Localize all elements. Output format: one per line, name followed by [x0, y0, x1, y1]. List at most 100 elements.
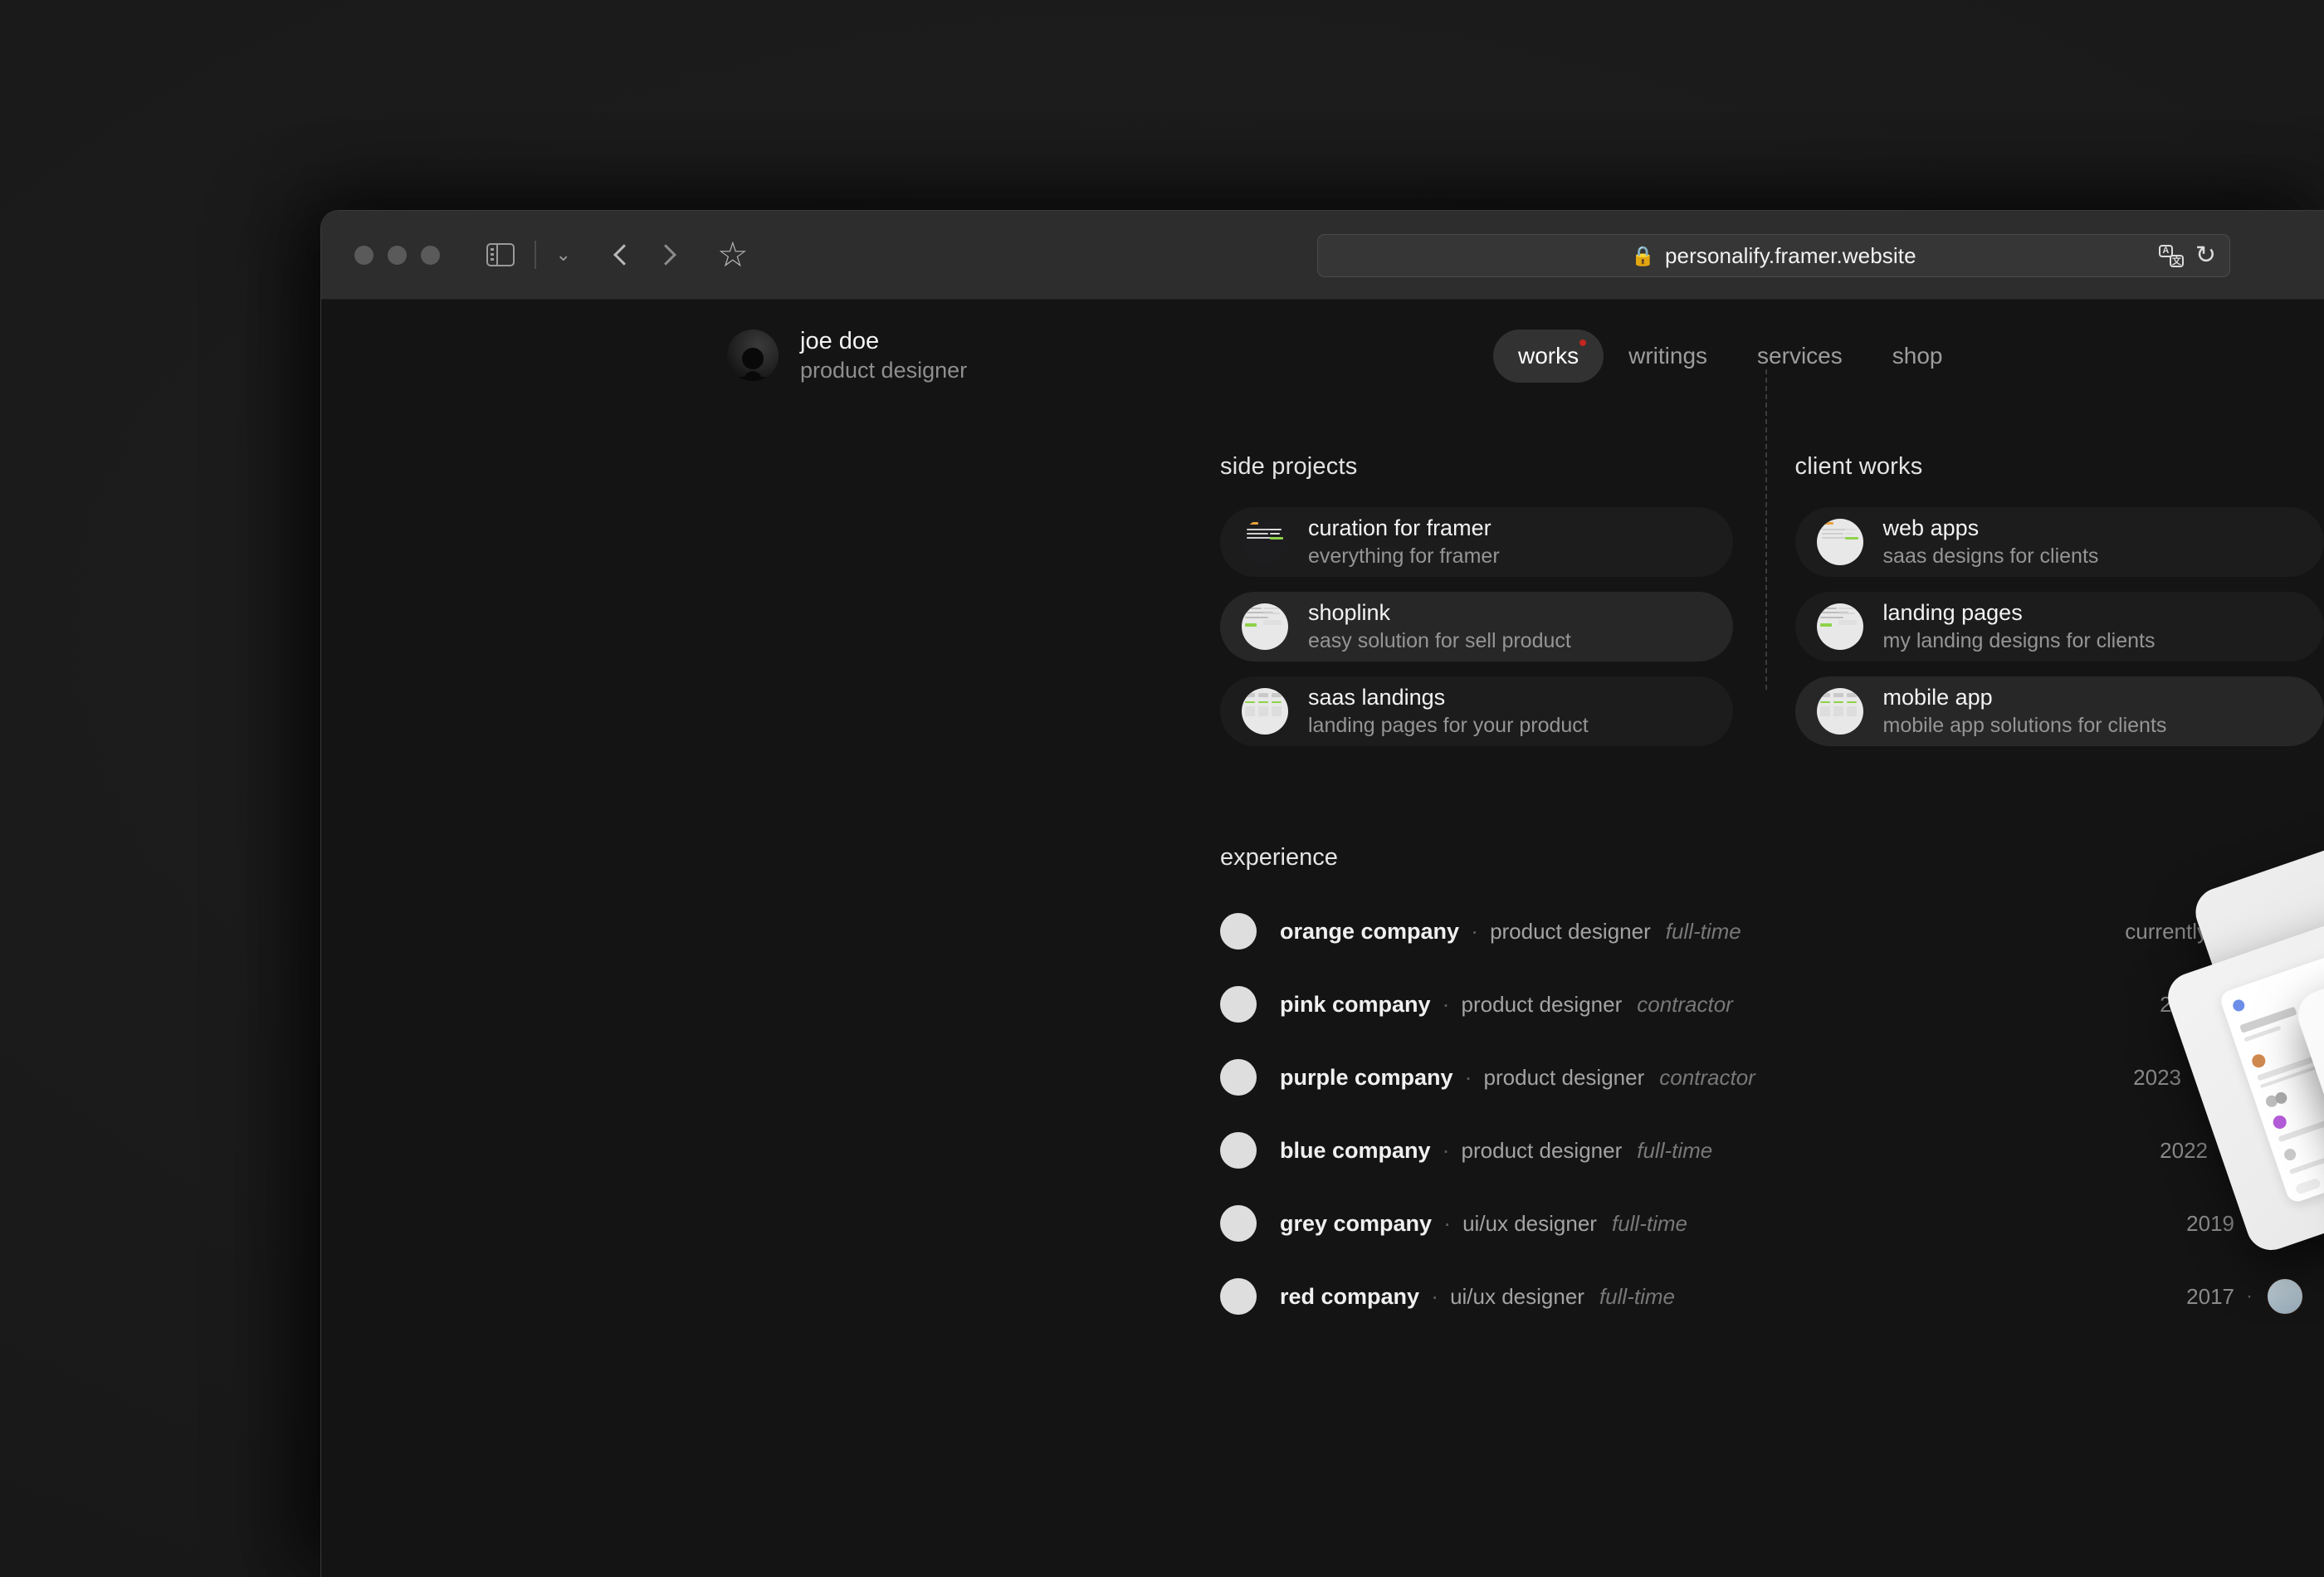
employment-type: full-time: [1599, 1283, 1675, 1309]
company-logo: [1220, 1205, 1257, 1242]
company-logo: [1220, 1059, 1257, 1096]
maximize-window-button[interactable]: [421, 245, 440, 265]
bookmark-star-icon[interactable]: ☆: [717, 237, 749, 272]
colleague-avatar: [2266, 1204, 2304, 1243]
sidebar-toggle-group: ⌄: [486, 241, 571, 269]
translate-icon-cjk: 文: [2169, 254, 2184, 267]
address-bar[interactable]: 🔒 personalify.framer.website A 文 ↻: [1317, 234, 2230, 277]
project-card[interactable]: web apps saas designs for clients: [1794, 507, 2324, 577]
separator-dot: ·: [2219, 1139, 2226, 1161]
colleague-avatar: [2266, 1131, 2304, 1169]
nav-item-services[interactable]: services: [1732, 330, 1868, 383]
experience-row-meta: 2017 ·: [2186, 1277, 2304, 1316]
experience-row[interactable]: purple company · product designer contracto…: [1220, 1041, 2304, 1114]
profile-block: joe doe product designer: [727, 326, 967, 385]
experience-row-meta: 2019 ·: [2186, 1204, 2304, 1243]
sidebar-toggle-icon[interactable]: [486, 242, 515, 267]
nav-item-works[interactable]: works: [1493, 329, 1604, 383]
employment-type: contractor: [1659, 1064, 1755, 1090]
company-logo: [1220, 1132, 1257, 1169]
experience-row[interactable]: orange company · product designer full-time…: [1220, 895, 2304, 968]
experience-row[interactable]: pink company · product designer contractor 2…: [1220, 968, 2304, 1041]
job-role: product designer: [1483, 1064, 1645, 1090]
company-name: pink company: [1280, 991, 1431, 1017]
web-page: joe doe product designer works writings se…: [321, 300, 2324, 1577]
profile-text: joe doe product designer: [800, 326, 967, 385]
forward-button[interactable]: [652, 237, 682, 273]
job-role: ui/ux designer: [1462, 1210, 1597, 1236]
nav-item-writings[interactable]: writings: [1604, 330, 1732, 383]
project-card[interactable]: saas landings landing pages for your prod…: [1220, 676, 1733, 746]
thumbnail-art: [1242, 519, 1288, 565]
experience-row[interactable]: grey company · ui/ux designer full-time 2019…: [1220, 1187, 2304, 1260]
navigation-arrows: [608, 237, 682, 273]
separator-dot: ·: [1442, 991, 1450, 1017]
project-card[interactable]: landing pages my landing designs for clie…: [1794, 592, 2324, 662]
project-subtitle: landing pages for your product: [1308, 713, 1589, 737]
address-bar-actions: A 文 ↻: [2158, 243, 2216, 268]
separator-dot: ·: [1471, 918, 1479, 944]
project-thumbnail: [1816, 688, 1863, 735]
job-role: ui/ux designer: [1450, 1283, 1584, 1309]
project-thumbnail: [1242, 519, 1288, 565]
colleague-avatar: [2266, 985, 2304, 1023]
company-name: orange company: [1280, 918, 1460, 944]
project-title: web apps: [1882, 515, 1980, 540]
project-card[interactable]: curation for framer everything for framer: [1220, 507, 1733, 577]
job-role: product designer: [1490, 918, 1651, 944]
separator-dot: ·: [2219, 920, 2226, 942]
project-card-text: web apps saas designs for clients: [1883, 514, 2099, 571]
page-title: joe doe: [800, 328, 880, 355]
colleague-avatar-stack: [2239, 1131, 2304, 1169]
company-logo: [1220, 913, 1257, 950]
toolbar-divider: [535, 241, 536, 269]
separator-dot: ·: [1431, 1283, 1439, 1309]
experience-year: 2017: [2186, 1283, 2234, 1309]
experience-row-meta: 2022 ·: [2160, 1131, 2304, 1169]
experience-year: 2022: [2160, 1137, 2208, 1163]
colleague-avatar-stack: [2213, 1058, 2304, 1096]
close-window-button[interactable]: [354, 245, 374, 265]
colleague-avatar: [2266, 1058, 2304, 1096]
experience-row-meta: 2023 ·: [2133, 1058, 2304, 1096]
employment-type: full-time: [1637, 1137, 1713, 1163]
thumbnail-art: [1242, 603, 1288, 650]
separator-dot: ·: [2219, 993, 2226, 1015]
project-thumbnail: [1242, 688, 1288, 735]
project-card[interactable]: shoplink easy solution for sell product: [1220, 592, 1733, 662]
colleague-avatar: [2266, 912, 2304, 950]
project-card-text: saas landings landing pages for your prod…: [1308, 683, 1589, 740]
company-name: red company: [1280, 1283, 1420, 1309]
client-works-title: client works: [1794, 453, 1923, 480]
project-thumbnail: [1816, 603, 1863, 650]
job-role: product designer: [1461, 991, 1623, 1017]
nav-item-label: shop: [1892, 342, 1943, 369]
separator-dot: ·: [1443, 1210, 1452, 1236]
project-title: shoplink: [1308, 599, 1391, 625]
company-name: purple company: [1280, 1064, 1453, 1090]
separator-dot: ·: [2246, 1285, 2253, 1307]
translate-icon[interactable]: A 文: [2158, 244, 2184, 267]
nav-item-label: works: [1518, 342, 1579, 369]
experience-row[interactable]: blue company · product designer full-time 20…: [1220, 1114, 2304, 1187]
experience-year: 2023: [2160, 991, 2208, 1017]
minimize-window-button[interactable]: [388, 245, 407, 265]
avatar: [727, 330, 779, 382]
separator-dot: ·: [2246, 1212, 2253, 1234]
project-subtitle: saas designs for clients: [1882, 544, 2099, 568]
chevron-down-icon[interactable]: ⌄: [556, 246, 571, 264]
experience-year: 2019: [2186, 1210, 2234, 1236]
project-subtitle: mobile app solutions for clients: [1882, 713, 2167, 737]
experience-row-meta: 2023 ·: [2160, 985, 2304, 1023]
profile-role: product designer: [800, 358, 968, 383]
project-card[interactable]: mobile app mobile app solutions for clien…: [1794, 676, 2324, 746]
browser-window: ⌄ ☆ 🔒 personalify.framer.website A 文 ↻ j…: [320, 210, 2324, 1577]
experience-section: experience orange company · product design…: [321, 844, 2324, 1333]
experience-row[interactable]: red company · ui/ux designer full-time 2017 ·: [1220, 1260, 2304, 1333]
nav-item-shop[interactable]: shop: [1868, 330, 1968, 383]
colleague-avatar-stack: [2239, 985, 2304, 1023]
reload-icon[interactable]: ↻: [2195, 243, 2216, 268]
project-card-text: mobile app mobile app solutions for clien…: [1883, 683, 2167, 740]
project-title: curation for framer: [1308, 515, 1492, 540]
back-button[interactable]: [608, 237, 637, 273]
